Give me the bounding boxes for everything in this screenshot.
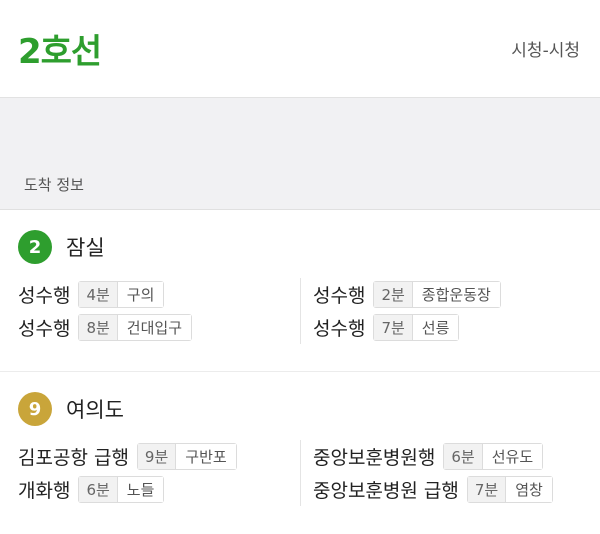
arrival-column-right: 성수행 2분 종합운동장 성수행 7분 선릉 [300, 278, 590, 344]
section-label: 도착 정보 [24, 176, 84, 194]
arrival-time: 6분 [444, 444, 483, 469]
arrival-row[interactable]: 성수행 8분 건대입구 [18, 311, 300, 344]
direction-label: 성수행 [18, 285, 71, 307]
arrival-column-left: 성수행 4분 구의 성수행 8분 건대입구 [18, 278, 300, 344]
arrival-chip: 6분 선유도 [443, 443, 544, 470]
arrival-row[interactable]: 김포공항 급행 9분 구반포 [18, 440, 300, 473]
line-title: 2호선 [18, 32, 102, 72]
arrival-time: 8분 [79, 315, 118, 340]
arrival-row[interactable]: 중앙보훈병원행 6분 선유도 [313, 440, 590, 473]
direction-label: 성수행 [18, 318, 71, 340]
arrival-time: 7분 [374, 315, 413, 340]
arrival-chip: 4분 구의 [78, 281, 165, 308]
current-station: 선유도 [482, 444, 543, 469]
arrival-time: 6분 [79, 477, 118, 502]
arrival-chip: 7분 선릉 [373, 314, 460, 341]
station-header: 2 잠실 [18, 230, 600, 264]
station-header: 9 여의도 [18, 392, 600, 426]
line-badge-icon: 2 [18, 230, 52, 264]
arrival-row[interactable]: 성수행 2분 종합운동장 [313, 278, 590, 311]
station-name: 여의도 [66, 398, 124, 422]
direction-label: 중앙보훈병원행 [313, 447, 436, 469]
current-station: 건대입구 [117, 315, 191, 340]
arrival-row[interactable]: 성수행 4분 구의 [18, 278, 300, 311]
arrival-time: 9분 [137, 444, 177, 469]
arrival-row[interactable]: 개화행 6분 노들 [18, 473, 300, 506]
arrival-time: 2분 [374, 282, 413, 307]
header: 2호선 시청-시청 [0, 0, 600, 98]
current-station: 구의 [117, 282, 164, 307]
direction-label: 성수행 [313, 285, 366, 307]
direction-label: 중앙보훈병원 급행 [313, 480, 459, 502]
current-station: 염창 [506, 477, 552, 502]
current-station: 노들 [117, 477, 164, 502]
arrival-chip: 9분 구반포 [136, 443, 237, 470]
arrival-row[interactable]: 중앙보훈병원 급행 7분 염창 [313, 473, 590, 506]
arrival-time: 7분 [467, 477, 507, 502]
map-band: 도착 정보 [0, 98, 600, 210]
direction-label: 개화행 [18, 480, 71, 502]
current-station: 선릉 [412, 315, 459, 340]
arrival-chip: 2분 종합운동장 [373, 281, 501, 308]
station-card[interactable]: 2 잠실 성수행 4분 구의 성수행 8분 건대입구 성수행 2분 종합운동장 성수행… [0, 210, 600, 372]
arrival-row[interactable]: 성수행 7분 선릉 [313, 311, 590, 344]
direction-label: 성수행 [313, 318, 366, 340]
arrival-column-right: 중앙보훈병원행 6분 선유도 중앙보훈병원 급행 7분 염창 [300, 440, 590, 506]
arrival-chip: 7분 염창 [466, 476, 553, 503]
station-name: 잠실 [66, 236, 105, 260]
arrival-chip: 6분 노들 [78, 476, 165, 503]
current-station: 종합운동장 [412, 282, 500, 307]
arrival-column-left: 김포공항 급행 9분 구반포 개화행 6분 노들 [18, 440, 300, 506]
route-label[interactable]: 시청-시청 [511, 36, 580, 61]
current-station: 구반포 [176, 444, 236, 469]
line-badge-icon: 9 [18, 392, 52, 426]
station-card[interactable]: 9 여의도 김포공항 급행 9분 구반포 개화행 6분 노들 중앙보훈병원행 6분 선… [0, 372, 600, 534]
arrival-time: 4분 [79, 282, 118, 307]
arrival-chip: 8분 건대입구 [78, 314, 192, 341]
direction-label: 김포공항 급행 [18, 447, 129, 469]
